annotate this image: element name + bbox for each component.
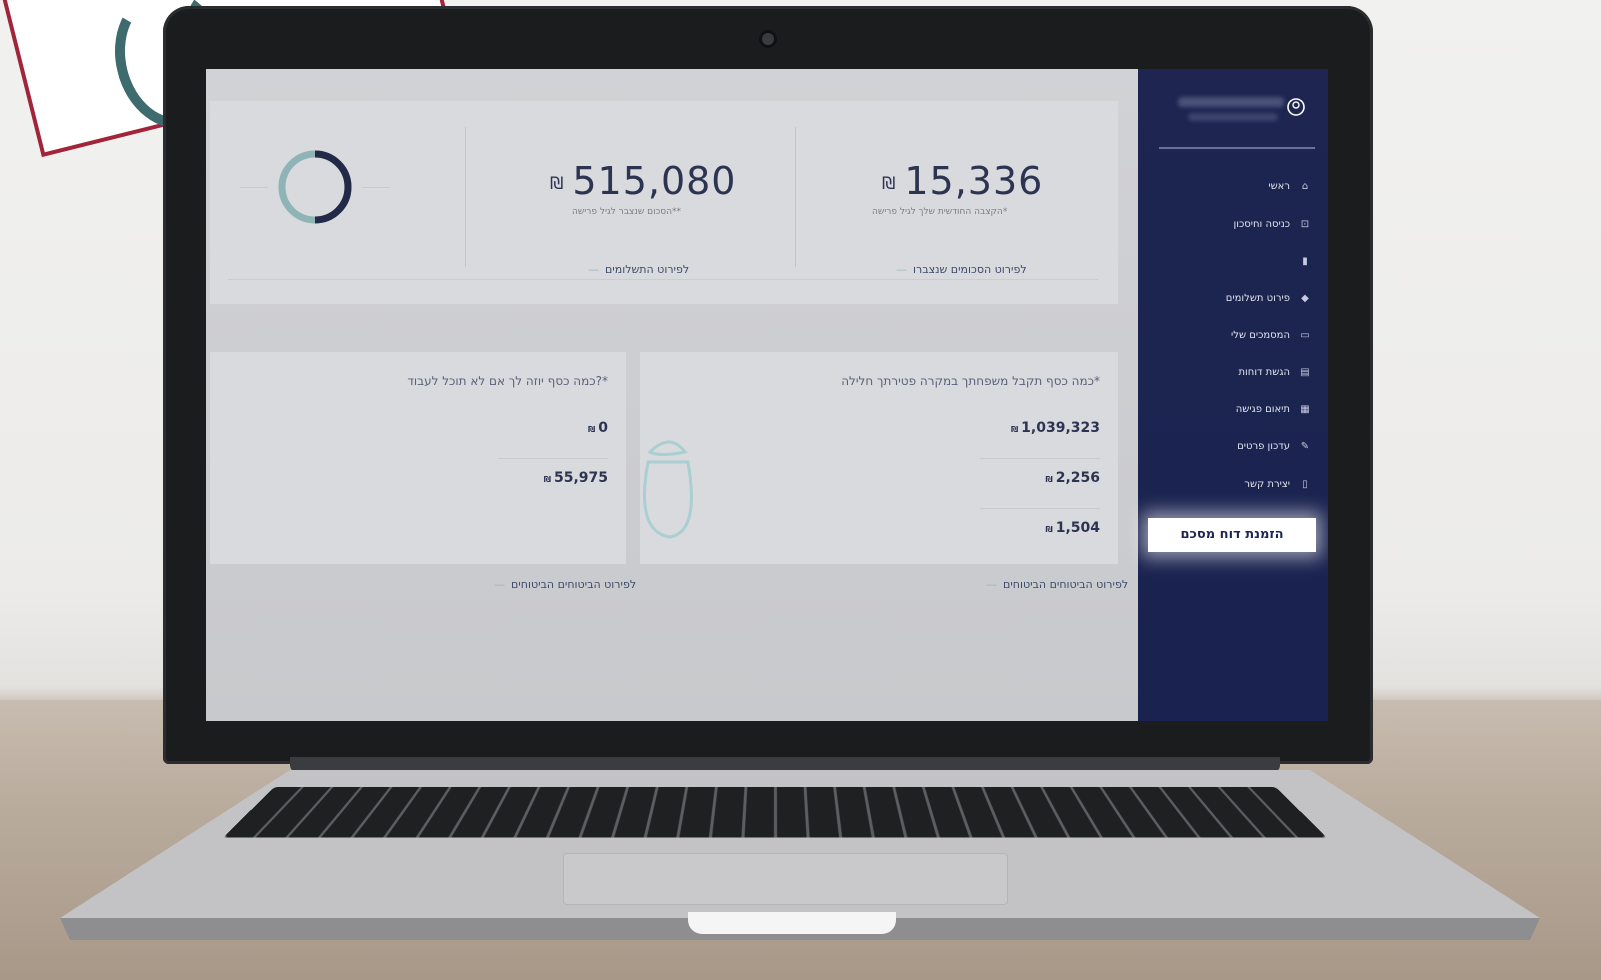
divider — [1159, 147, 1315, 149]
monthly-pension-value: ₪ 15,336 — [882, 159, 1043, 203]
chart-icon: ▮ — [1302, 256, 1308, 267]
arrow-icon: — — [986, 578, 997, 591]
edit-icon: ✎ — [1300, 441, 1310, 452]
folder-icon: ▭ — [1300, 330, 1310, 341]
family-coverage-title: כמה כסף תקבל משפחתך במקרה פטירתך חלילה* — [841, 374, 1100, 388]
total-savings-label: הסכום שנצבר לגיל פרישה** — [572, 207, 682, 217]
summary-card: ₪ 15,336 הקצבה החודשית שלך לגיל פרישה* — ל… — [210, 101, 1118, 304]
sidebar-item-savings[interactable]: כניסה וחיסכון ⊡ — [1234, 219, 1312, 230]
sidebar-item-label: תיאום פגישה — [1235, 404, 1290, 415]
keyboard — [223, 787, 1327, 838]
monthly-pension-label: הקצבה החודשית שלך לגיל פרישה* — [872, 207, 1008, 217]
insurance-details-label: לפירוט הביטוחים הביטוחים — [1003, 578, 1129, 591]
money-bag-icon — [643, 440, 693, 539]
insurance-details-link-left[interactable]: — לפירוט הביטוחים הביטוחים — [494, 578, 636, 591]
coverage-amount: 1,504 — [1055, 520, 1100, 536]
insurance-details-link-right[interactable]: — לפירוט הביטוחים הביטוחים — [986, 578, 1128, 591]
user-id-blurred — [1188, 113, 1278, 121]
coverage-value: ₪ 1,039,323 — [1011, 420, 1100, 436]
arrow-icon: — — [588, 263, 599, 276]
total-savings-value: ₪ 515,080 — [550, 159, 736, 203]
shekel-icon: ₪ — [1010, 425, 1019, 434]
diamond-icon: ◆ — [1301, 293, 1309, 304]
lid-notch — [688, 912, 896, 934]
divider — [465, 127, 466, 267]
disability-amount: 0 — [598, 420, 608, 436]
shekel-icon: ₪ — [550, 173, 565, 194]
sidebar: ראשי ⌂ כניסה וחיסכון ⊡ ▮ פירוט תשלומים ◆ המ… — [1138, 69, 1328, 721]
user-avatar-icon[interactable] — [1286, 97, 1306, 117]
user-name-blurred — [1178, 97, 1284, 107]
sidebar-item-reports[interactable]: הגשת דוחות ▤ — [1238, 367, 1312, 378]
shekel-icon: ₪ — [882, 173, 897, 194]
donut-segment — [314, 150, 352, 224]
disability-coverage-card: כמה כסף יוזה לך אם לא תוכל לעבוד?* ₪ 0 ₪ 5… — [210, 352, 626, 564]
lock-icon: ⊡ — [1300, 219, 1310, 230]
payments-details-label: לפירוט התשלומים — [605, 263, 690, 276]
divider — [795, 127, 796, 267]
family-coverage-card: כמה כסף תקבל משפחתך במקרה פטירתך חלילה* … — [640, 352, 1118, 564]
sidebar-item-contact[interactable]: יצירת קשר ▯ — [1244, 479, 1312, 490]
phone-icon: ▯ — [1302, 479, 1308, 490]
arrow-icon: — — [494, 578, 505, 591]
sidebar-item-label: המסמכים שלי — [1231, 330, 1290, 341]
home-icon: ⌂ — [1301, 181, 1309, 192]
donut-leader — [240, 187, 268, 188]
sidebar-item-payments[interactable]: פירוט תשלומים ◆ — [1226, 293, 1312, 304]
sidebar-item-label: יצירת קשר — [1244, 479, 1290, 490]
calendar-icon: ▦ — [1300, 404, 1310, 415]
coverage-value: ₪ 1,504 — [1045, 520, 1100, 536]
accumulated-details-label: לפירוט הסכומים שנצברו — [913, 263, 1027, 276]
monthly-pension-amount: 15,336 — [904, 159, 1044, 203]
sidebar-item-label: הגשת דוחות — [1238, 367, 1290, 378]
dashboard-main: ₪ 15,336 הקצבה החודשית שלך לגיל פרישה* — ל… — [206, 69, 1138, 721]
accumulated-details-link[interactable]: — לפירוט הסכומים שנצברו — [896, 263, 1027, 276]
shekel-icon: ₪ — [1045, 525, 1053, 534]
sidebar-item-home[interactable]: ראשי ⌂ — [1268, 181, 1312, 192]
sidebar-item-label: פירוט תשלומים — [1225, 293, 1290, 304]
sidebar-item-label: עדכון פרטים — [1237, 441, 1290, 452]
divider — [498, 458, 608, 459]
shekel-icon: ₪ — [1045, 475, 1053, 484]
webcam-icon — [762, 33, 774, 45]
shekel-icon: ₪ — [588, 425, 596, 434]
coverage-value: ₪ 2,256 — [1045, 470, 1100, 486]
donut-leader — [362, 187, 390, 188]
laptop-screen: ₪ 15,336 הקצבה החודשית שלך לגיל פרישה* — ל… — [206, 69, 1328, 721]
divider — [980, 458, 1100, 459]
sidebar-item-chart[interactable]: ▮ — [1290, 256, 1312, 267]
disability-value: ₪ 55,975 — [544, 470, 608, 486]
disability-value: ₪ 0 — [588, 420, 608, 436]
shekel-icon: ₪ — [543, 475, 551, 484]
total-savings-amount: 515,080 — [572, 159, 737, 203]
sidebar-item-update-details[interactable]: עדכון פרטים ✎ — [1237, 441, 1312, 452]
insurance-details-label: לפירוט הביטוחים הביטוחים — [511, 578, 637, 591]
coverage-amount: 2,256 — [1055, 470, 1100, 486]
disability-coverage-title: כמה כסף יוזה לך אם לא תוכל לעבוד?* — [407, 374, 608, 388]
divider — [980, 508, 1100, 509]
trackpad — [563, 853, 1008, 905]
payments-details-link[interactable]: — לפירוט התשלומים — [588, 263, 689, 276]
disability-amount: 55,975 — [553, 470, 608, 486]
coverage-amount: 1,039,323 — [1021, 420, 1100, 436]
divider — [228, 279, 1098, 280]
sidebar-item-documents[interactable]: המסמכים שלי ▭ — [1231, 330, 1312, 341]
arrow-icon: — — [896, 263, 907, 276]
sidebar-item-label: ראשי — [1268, 181, 1290, 192]
order-summary-report-button[interactable]: הזמנת דוח מסכם — [1148, 518, 1316, 552]
document-icon: ▤ — [1300, 367, 1310, 378]
sidebar-item-meeting[interactable]: תיאום פגישה ▦ — [1236, 404, 1312, 415]
savings-donut-chart — [278, 150, 352, 224]
sidebar-item-label: כניסה וחיסכון — [1233, 219, 1290, 230]
